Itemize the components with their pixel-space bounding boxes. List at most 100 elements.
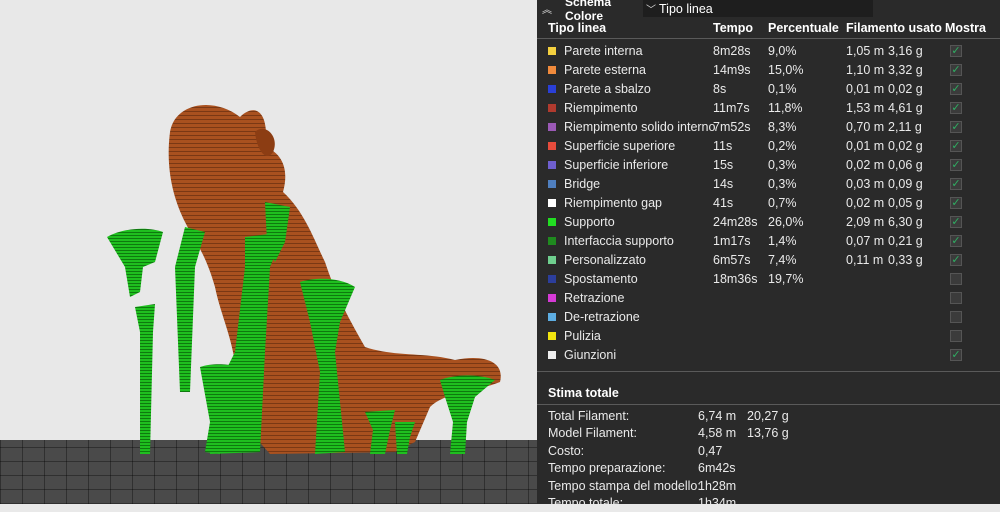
line-type-name: Pulizia [564,329,601,343]
show-checkbox[interactable]: ✓ [950,102,962,114]
line-type-label: Personalizzato [548,251,646,270]
estimate-value: 1h28m [698,478,737,493]
filament-weight: 6,30 g [888,215,923,229]
table-header: Tipo linea Tempo Percentuale Filamento u… [537,19,1000,39]
estimate-value: 6,74 m [698,409,737,423]
header-type: Tipo linea [548,21,607,35]
estimate-row: Tempo preparazione: 6m42s [537,460,1000,477]
table-row: Spostamento 18m36s 19,7% [537,270,1000,289]
divider [537,371,1000,372]
time-value: 1m17s [713,234,751,248]
dropdown-value: Tipo linea [659,1,713,16]
line-type-name: Personalizzato [564,253,646,267]
header-filament: Filamento usato [846,21,942,35]
line-type-name: Retrazione [564,291,625,305]
time-value: 7m52s [713,120,751,134]
view-type-dropdown[interactable]: ﹀ Tipo linea [643,0,873,17]
show-checkbox[interactable] [950,330,962,342]
chevron-down-icon: ﹀ [646,5,656,16]
show-checkbox[interactable]: ✓ [950,349,962,361]
line-type-label: Supporto [548,213,615,232]
estimate-label: Costo: [548,443,585,458]
show-checkbox[interactable]: ✓ [950,197,962,209]
show-checkbox[interactable]: ✓ [950,178,962,190]
filament-length: 0,70 m [846,120,885,134]
header-time: Tempo [713,21,754,35]
line-type-list: Parete interna 8m28s 9,0% 1,05 m 3,16 g … [537,42,1000,365]
time-value: 14s [713,177,734,191]
line-type-name: Spostamento [564,272,638,286]
table-row: Bridge 14s 0,3% 0,03 m 0,09 g ✓ [537,175,1000,194]
color-swatch [548,256,556,264]
estimate-list: Total Filament: 6,74 m 20,27 g Model Fil… [537,408,1000,512]
line-type-label: Riempimento gap [548,194,662,213]
estimate-label: Tempo totale: [548,495,624,510]
estimate-label: Model Filament: [548,426,637,441]
filament-weight: 4,61 g [888,101,923,115]
line-type-name: Parete a sbalzo [564,82,651,96]
show-checkbox[interactable]: ✓ [950,121,962,133]
show-checkbox[interactable] [950,311,962,323]
line-type-label: Superficie inferiore [548,156,668,175]
line-type-label: Pulizia [548,327,601,346]
color-swatch [548,180,556,188]
filament-weight: 0,05 g [888,196,923,210]
show-checkbox[interactable]: ✓ [950,83,962,95]
show-checkbox[interactable]: ✓ [950,140,962,152]
line-type-name: Riempimento [564,101,638,115]
line-type-name: Parete esterna [564,63,646,77]
table-row: Riempimento solido interno 7m52s 8,3% 0,… [537,118,1000,137]
filament-length: 0,02 m [846,196,885,210]
line-type-name: Giunzioni [564,348,617,362]
divider [537,404,1000,405]
estimate-value-secondary: 20,27 g [747,409,789,423]
percent-value: 0,3% [768,158,797,172]
line-type-name: Interfaccia supporto [564,234,674,248]
filament-length: 0,03 m [846,177,885,191]
show-checkbox[interactable]: ✓ [950,235,962,247]
line-type-label: Parete interna [548,42,643,61]
show-checkbox[interactable]: ✓ [950,254,962,266]
percent-value: 7,4% [768,253,797,267]
filament-length: 0,01 m [846,139,885,153]
filament-length: 1,53 m [846,101,885,115]
filament-length: 1,05 m [846,44,885,58]
line-type-name: Riempimento solido interno [564,120,716,134]
line-type-name: De-retrazione [564,310,640,324]
time-value: 6m57s [713,253,751,267]
percent-value: 0,7% [768,196,797,210]
line-type-label: Riempimento [548,99,638,118]
color-swatch [548,199,556,207]
show-checkbox[interactable]: ✓ [950,159,962,171]
show-checkbox[interactable]: ✓ [950,45,962,57]
filament-weight: 0,21 g [888,234,923,248]
estimate-label: Total Filament: [548,409,630,423]
show-checkbox[interactable] [950,273,962,285]
percent-value: 8,3% [768,120,797,134]
color-swatch [548,66,556,74]
filament-length: 0,07 m [846,234,885,248]
show-checkbox[interactable] [950,292,962,304]
time-value: 18m36s [713,272,758,286]
line-type-label: Superficie superiore [548,137,675,156]
color-swatch [548,47,556,55]
table-row: Riempimento gap 41s 0,7% 0,02 m 0,05 g ✓ [537,194,1000,213]
collapse-chevron-icon[interactable]: ︽ [537,1,557,16]
table-row: Parete esterna 14m9s 15,0% 1,10 m 3,32 g… [537,61,1000,80]
color-swatch [548,123,556,131]
filament-length: 1,10 m [846,63,885,77]
show-checkbox[interactable]: ✓ [950,64,962,76]
estimate-label: Tempo stampa del modello: [548,478,701,493]
filament-weight: 0,33 g [888,253,923,267]
table-row: Superficie superiore 11s 0,2% 0,01 m 0,0… [537,137,1000,156]
table-row: Supporto 24m28s 26,0% 2,09 m 6,30 g ✓ [537,213,1000,232]
line-type-label: Parete a sbalzo [548,80,651,99]
estimate-row: Costo: 0,47 [537,443,1000,460]
color-swatch [548,275,556,283]
table-row: Superficie inferiore 15s 0,3% 0,02 m 0,0… [537,156,1000,175]
line-type-name: Superficie superiore [564,139,676,153]
show-checkbox[interactable]: ✓ [950,216,962,228]
line-type-name: Riempimento gap [564,196,662,210]
line-type-label: Parete esterna [548,61,646,80]
table-row: Parete a sbalzo 8s 0,1% 0,01 m 0,02 g ✓ [537,80,1000,99]
